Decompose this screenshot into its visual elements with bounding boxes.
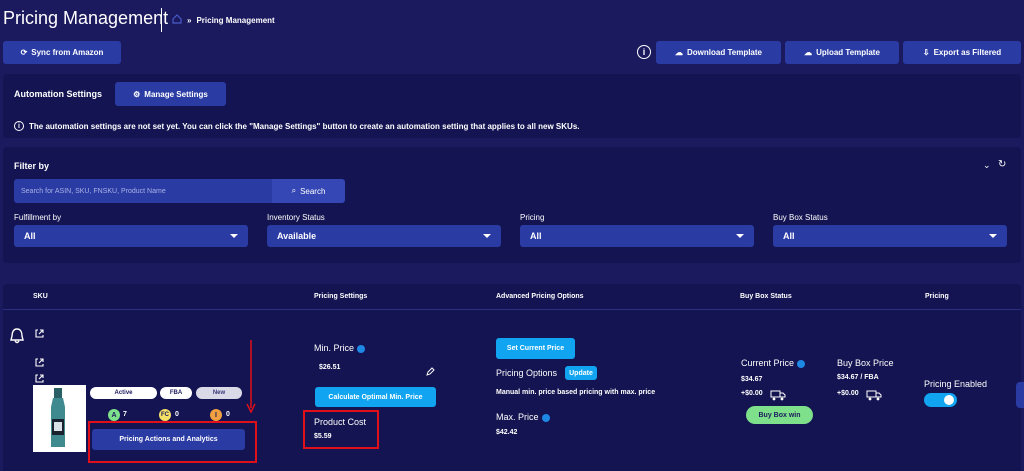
caret-down-icon — [483, 234, 491, 238]
calculate-min-price-button[interactable]: Calculate Optimal Min. Price — [315, 387, 436, 407]
pencil-icon[interactable] — [426, 363, 435, 381]
export-icon: ⇩ — [922, 48, 930, 57]
min-price-label: Min. Price — [314, 343, 366, 353]
count-badge-i: I — [210, 409, 222, 421]
buybox-status-label: Buy Box Status — [773, 213, 828, 222]
search-input[interactable]: Search for ASIN, SKU, FNSKU, Product Nam… — [14, 179, 272, 203]
caret-down-icon — [736, 234, 744, 238]
breadcrumb: » Pricing Management — [172, 14, 275, 26]
export-filtered-button[interactable]: ⇩ Export as Filtered — [903, 41, 1021, 64]
side-scroll-tab[interactable] — [1016, 382, 1024, 408]
bell-icon[interactable] — [9, 327, 25, 350]
current-shipping-value: +$0.00 — [741, 390, 763, 397]
info-icon[interactable] — [541, 413, 550, 422]
manage-settings-button[interactable]: ⚙ Manage Settings — [115, 82, 226, 106]
breadcrumb-separator: » — [187, 15, 192, 25]
col-header-pricing: Pricing — [925, 293, 949, 300]
product-cost-label: Product Cost — [314, 417, 367, 427]
automation-title: Automation Settings — [14, 89, 102, 99]
upload-template-button[interactable]: ☁ Upload Template — [785, 41, 899, 64]
buybox-win-badge: Buy Box win — [746, 406, 813, 424]
fulfillment-label: Fulfillment by — [14, 213, 62, 222]
current-price-label: Current Price — [741, 358, 806, 368]
max-price-value: $42.42 — [496, 429, 518, 436]
col-header-pricing-settings: Pricing Settings — [314, 293, 368, 300]
cloud-upload-icon: ☁ — [804, 48, 813, 57]
caret-down-icon — [989, 234, 997, 238]
automation-notice: i The automation settings are not set ye… — [14, 121, 580, 131]
min-price-value: $26.51 — [319, 364, 341, 371]
count-badge-a: A — [108, 409, 120, 421]
table-header-divider — [3, 309, 1021, 310]
count-i-value: 0 — [226, 411, 230, 418]
buybox-shipping-value: +$0.00 — [837, 390, 859, 397]
buybox-price-label: Buy Box Price — [837, 358, 894, 368]
buybox-status-select[interactable]: All — [773, 225, 1007, 247]
download-template-button[interactable]: ☁ Download Template — [656, 41, 781, 64]
caret-down-icon — [230, 234, 238, 238]
current-price-value: $34.67 — [741, 376, 763, 383]
col-header-buybox: Buy Box Status — [740, 293, 792, 300]
cloud-download-icon: ☁ — [675, 48, 684, 57]
product-cost-highlight — [303, 410, 379, 449]
pricing-options-label: Pricing Options — [496, 368, 558, 378]
chevron-down-icon[interactable]: ⌄ — [983, 160, 991, 171]
search-icon: ⌕ — [291, 186, 297, 195]
info-icon[interactable] — [357, 344, 366, 353]
truck-icon — [866, 388, 882, 406]
filter-title: Filter by — [14, 161, 50, 171]
sync-icon: ⟳ — [20, 48, 28, 57]
max-price-label: Max. Price — [496, 412, 550, 422]
fulfillment-select[interactable]: All — [14, 225, 248, 247]
highlight-box — [88, 421, 257, 463]
info-circle-icon: i — [14, 121, 24, 131]
breadcrumb-current: Pricing Management — [196, 15, 275, 25]
external-link-icon[interactable] — [35, 325, 44, 343]
header-divider — [161, 8, 162, 32]
set-current-price-button[interactable]: Set Current Price — [496, 338, 575, 359]
home-icon[interactable] — [172, 14, 182, 26]
sync-amazon-button[interactable]: ⟳ Sync from Amazon — [3, 41, 121, 64]
col-header-sku: SKU — [33, 293, 48, 300]
arrow-annotation — [245, 340, 257, 420]
pricing-description: Manual min. price based pricing with max… — [496, 389, 656, 396]
product-cost-value: $5.59 — [314, 433, 332, 440]
condition-badge: New — [196, 387, 242, 399]
toggle-knob — [944, 395, 954, 405]
count-badge-fc: FC — [159, 409, 171, 421]
page-title: Pricing Management — [3, 8, 169, 28]
pricing-enabled-toggle[interactable] — [924, 393, 957, 407]
buybox-price-value: $34.67 / FBA — [837, 374, 879, 381]
product-image[interactable] — [33, 385, 86, 452]
info-icon[interactable]: i — [637, 45, 651, 59]
inventory-status-select[interactable]: Available — [267, 225, 501, 247]
count-a-value: 7 — [123, 411, 127, 418]
count-fc-value: 0 — [175, 411, 179, 418]
col-header-advanced: Advanced Pricing Options — [496, 293, 584, 300]
status-badge: Active — [90, 387, 157, 399]
gear-icon: ⚙ — [133, 89, 141, 99]
search-button[interactable]: ⌕ Search — [272, 179, 345, 203]
truck-icon — [770, 388, 786, 406]
inventory-status-label: Inventory Status — [267, 213, 325, 222]
pricing-enabled-label: Pricing Enabled — [924, 379, 988, 389]
refresh-icon[interactable]: ↻ — [998, 159, 1006, 170]
fulfillment-badge: FBA — [160, 387, 192, 399]
pricing-filter-select[interactable]: All — [520, 225, 754, 247]
pricing-filter-label: Pricing — [520, 213, 545, 222]
info-icon[interactable] — [797, 359, 806, 368]
update-button[interactable]: Update — [565, 366, 597, 380]
